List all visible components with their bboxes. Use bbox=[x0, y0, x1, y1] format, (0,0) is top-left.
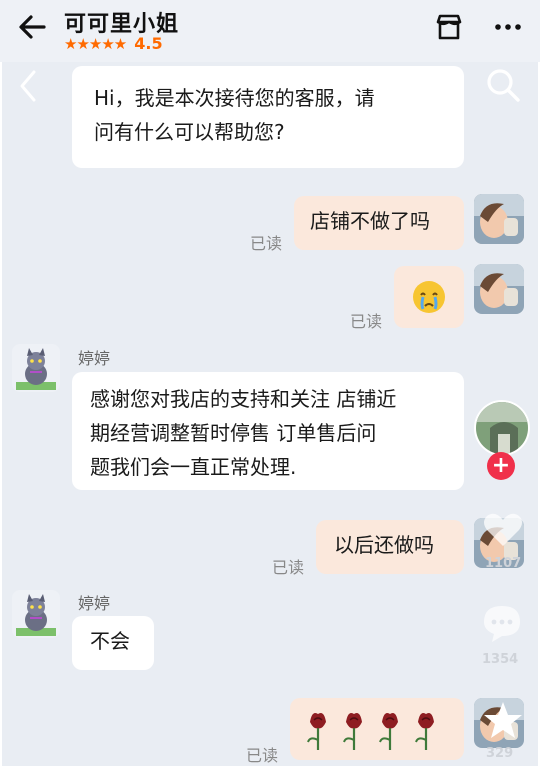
message-bubble-greeting: Hi，我是本次接待您的客服，请 问有什么可以帮助您? bbox=[72, 66, 464, 168]
message-text: 感谢您对我店的支持和关注 店铺近 bbox=[90, 387, 397, 411]
read-receipt: 已读 bbox=[250, 234, 283, 253]
back-arrow-icon[interactable] bbox=[14, 10, 50, 44]
message-bubble-emoji bbox=[394, 266, 464, 328]
rating-row: ★★★★★ 4.5 bbox=[64, 34, 163, 53]
my-avatar[interactable] bbox=[474, 264, 524, 314]
like-count: 1107 bbox=[485, 556, 522, 571]
follow-button[interactable]: + bbox=[487, 452, 515, 480]
message-text: 期经营调整暂时停售 订单售后问 bbox=[90, 421, 377, 445]
comment-icon[interactable] bbox=[480, 604, 524, 644]
message-text: 店铺不做了吗 bbox=[310, 209, 430, 233]
message-text: 以后还做吗 bbox=[334, 533, 434, 557]
message-bubble-incoming: 不会 bbox=[72, 616, 154, 670]
read-receipt: 已读 bbox=[272, 558, 305, 577]
like-heart-icon[interactable] bbox=[481, 512, 525, 548]
creator-avatar[interactable] bbox=[474, 400, 530, 456]
more-icon[interactable] bbox=[492, 12, 524, 42]
read-receipt: 已读 bbox=[246, 746, 279, 765]
message-text: 不会 bbox=[90, 629, 130, 653]
crying-face-icon bbox=[413, 281, 445, 313]
rating-value: 4.5 bbox=[134, 34, 163, 53]
read-receipt: 已读 bbox=[350, 312, 383, 331]
agent-avatar[interactable] bbox=[12, 590, 60, 638]
message-bubble-outgoing: 以后还做吗 bbox=[316, 520, 464, 574]
search-icon[interactable] bbox=[484, 66, 522, 104]
favorite-count: 329 bbox=[486, 746, 514, 761]
message-bubble-incoming: 感谢您对我店的支持和关注 店铺近 期经营调整暂时停售 订单售后问 题我们会一直正… bbox=[72, 372, 464, 490]
message-bubble-outgoing: 店铺不做了吗 bbox=[294, 196, 464, 250]
comment-count: 1354 bbox=[482, 652, 519, 667]
chat-header: 可可里小姐 ★★★★★ 4.5 bbox=[0, 0, 540, 62]
store-icon[interactable] bbox=[434, 12, 464, 42]
overlay-back-icon[interactable] bbox=[14, 68, 42, 104]
message-text: 题我们会一直正常处理. bbox=[90, 455, 297, 479]
rating-stars: ★★★★★ bbox=[64, 34, 127, 53]
message-text: 问有什么可以帮助您? bbox=[94, 120, 285, 144]
agent-avatar[interactable] bbox=[12, 344, 60, 392]
my-avatar[interactable] bbox=[474, 194, 524, 244]
sender-name: 婷婷 bbox=[78, 594, 111, 613]
message-bubble-roses bbox=[290, 698, 464, 760]
sender-name: 婷婷 bbox=[78, 349, 111, 368]
favorite-star-icon[interactable] bbox=[482, 700, 524, 740]
message-text: Hi，我是本次接待您的客服，请 bbox=[94, 86, 375, 110]
wilted-rose-icons bbox=[307, 713, 434, 750]
